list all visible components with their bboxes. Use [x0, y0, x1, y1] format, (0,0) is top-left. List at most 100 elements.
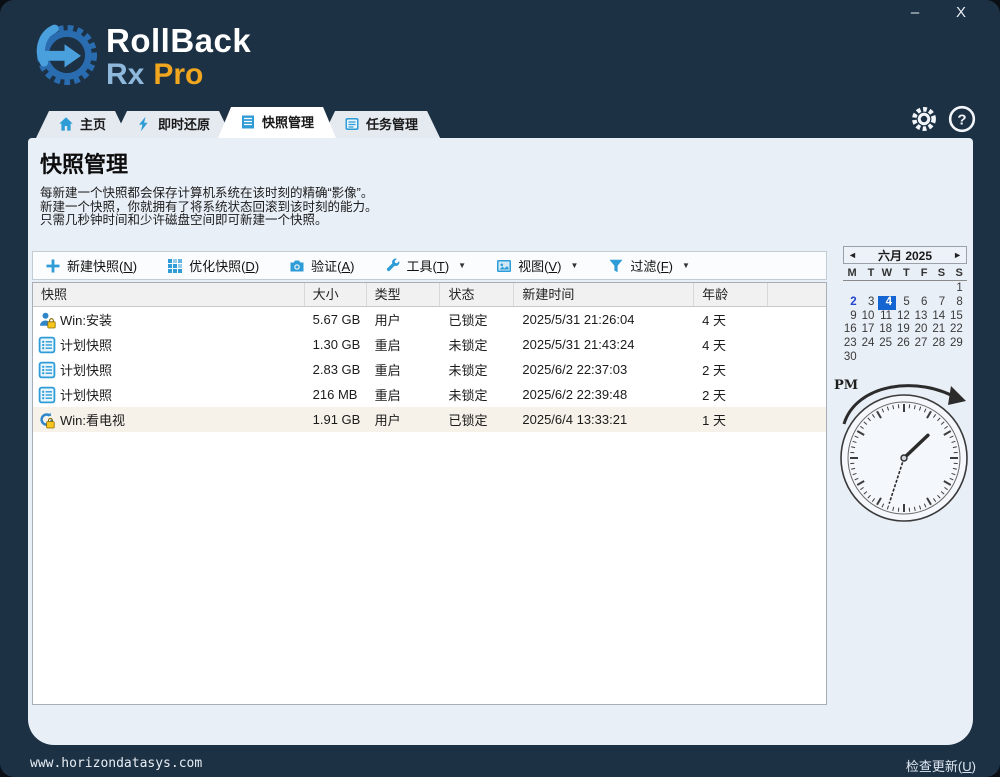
column-header-5[interactable]: 新建时间	[514, 283, 694, 306]
calendar-prev-button[interactable]: ◄	[848, 250, 857, 260]
created-cell: 2025/5/31 21:43:24	[514, 337, 694, 352]
chevron-down-icon: ▼	[458, 261, 466, 270]
calendar-day-20[interactable]: 20	[914, 323, 932, 337]
type-cell: 用户	[367, 410, 441, 429]
calendar-day-10[interactable]: 10	[861, 310, 879, 324]
calendar-day-2[interactable]: 2	[843, 296, 861, 310]
tab-snapshot-management-label: 快照管理	[262, 112, 314, 131]
column-header-2[interactable]: 大小	[305, 283, 367, 306]
website-link[interactable]: www.horizondatasys.com	[30, 756, 202, 771]
calendar-day-29[interactable]: 29	[949, 337, 967, 351]
calendar-day-3[interactable]: 3	[861, 296, 879, 310]
created-cell: 2025/5/31 21:26:04	[514, 312, 694, 327]
calendar-day-24[interactable]: 24	[861, 337, 879, 351]
calendar-day-8[interactable]: 8	[949, 296, 967, 310]
snapshot-name: 计划快照	[60, 385, 112, 404]
calendar-day-14[interactable]: 14	[931, 310, 949, 324]
status-cell: 已锁定	[440, 410, 514, 429]
type-cell: 用户	[367, 310, 441, 329]
calendar-header: ◄ 六月 2025 ►	[843, 246, 967, 264]
brand-text: RollBack RxPro	[106, 24, 251, 90]
calendar-day-4[interactable]: 4	[878, 296, 896, 310]
defrag-icon	[167, 258, 183, 274]
tab-home[interactable]: 主页	[36, 111, 128, 138]
weekday-header: M	[843, 267, 861, 279]
age-cell: 4 天	[694, 310, 768, 329]
column-header-7[interactable]	[768, 283, 826, 306]
table-row[interactable]: Win:安装5.67 GB用户已锁定2025/5/31 21:26:044 天	[33, 307, 826, 332]
table-row[interactable]: 计划快照2.83 GB重启未锁定2025/6/2 22:37:032 天	[33, 357, 826, 382]
column-header-3[interactable]: 类型	[367, 283, 441, 306]
calendar-day-18[interactable]: 18	[878, 323, 896, 337]
age-cell: 2 天	[694, 360, 768, 379]
gear-icon	[910, 105, 938, 133]
status-cell: 已锁定	[440, 310, 514, 329]
column-header-6[interactable]: 年龄	[694, 283, 768, 306]
description-line: 只需几秒钟时间和少许磁盘空间即可新建一个快照。	[40, 214, 378, 228]
help-button[interactable]: ?	[948, 105, 976, 133]
settings-button[interactable]	[910, 105, 938, 133]
calendar-day-21[interactable]: 21	[931, 323, 949, 337]
snapshot-list-icon	[240, 114, 256, 130]
table-row[interactable]: 计划快照1.30 GB重启未锁定2025/5/31 21:43:244 天	[33, 332, 826, 357]
calendar-day-13[interactable]: 13	[914, 310, 932, 324]
defrag-snapshot-button[interactable]: 优化快照(D)	[167, 256, 259, 275]
snapshot-name: Win:安装	[60, 310, 112, 329]
calendar-day-empty	[878, 282, 896, 296]
calendar-month-label: 六月 2025	[878, 247, 932, 264]
calendar-day-empty	[949, 351, 967, 365]
status-cell: 未锁定	[440, 335, 514, 354]
calendar-day-9[interactable]: 9	[843, 310, 861, 324]
verify-label: 验证(A)	[311, 256, 354, 275]
age-cell: 1 天	[694, 410, 768, 429]
calendar-day-19[interactable]: 19	[896, 323, 914, 337]
minimize-button[interactable]: –	[902, 2, 928, 24]
tools-menu-button[interactable]: 工具(T) ▼	[385, 256, 467, 275]
view-menu-button[interactable]: 视图(V) ▼	[496, 256, 578, 275]
calendar-day-28[interactable]: 28	[931, 337, 949, 351]
size-cell: 216 MB	[305, 387, 367, 402]
calendar-day-27[interactable]: 27	[914, 337, 932, 351]
calendar-day-1[interactable]: 1	[949, 282, 967, 296]
calendar-day-16[interactable]: 16	[843, 323, 861, 337]
check-updates-link[interactable]: 检查更新(U)	[906, 756, 976, 775]
tab-instant-restore[interactable]: 即时还原	[114, 111, 232, 138]
content-panel: 快照管理 每新建一个快照都会保存计算机系统在该时刻的精确“影像”。 新建一个快照…	[28, 138, 973, 745]
user-locked-snapshot-icon	[38, 311, 56, 329]
calendar-day-26[interactable]: 26	[896, 337, 914, 351]
calendar-day-6[interactable]: 6	[914, 296, 932, 310]
calendar-day-15[interactable]: 15	[949, 310, 967, 324]
table-row[interactable]: Win:看电视1.91 GB用户已锁定2025/6/4 13:33:211 天	[33, 407, 826, 432]
new-snapshot-button[interactable]: 新建快照(N)	[45, 256, 137, 275]
calendar-day-empty	[861, 351, 879, 365]
column-header-1[interactable]: 快照	[33, 283, 305, 306]
calendar-day-22[interactable]: 22	[949, 323, 967, 337]
weekday-header: T	[896, 267, 914, 279]
size-cell: 2.83 GB	[305, 362, 367, 377]
calendar-day-30[interactable]: 30	[843, 351, 861, 365]
calendar-grid: 1234567891011121314151617181920212223242…	[843, 282, 967, 365]
weekday-header: F	[914, 267, 932, 279]
tab-snapshot-management[interactable]: 快照管理	[218, 107, 336, 138]
weekday-header: W	[878, 267, 896, 279]
calendar-day-25[interactable]: 25	[878, 337, 896, 351]
table-row[interactable]: 计划快照216 MB重启未锁定2025/6/2 22:39:482 天	[33, 382, 826, 407]
calendar-day-7[interactable]: 7	[931, 296, 949, 310]
tab-task-management[interactable]: 任务管理	[322, 111, 440, 138]
calendar-day-17[interactable]: 17	[861, 323, 879, 337]
calendar-next-button[interactable]: ►	[953, 250, 962, 260]
filter-funnel-icon	[608, 258, 624, 274]
calendar-day-empty	[931, 351, 949, 365]
status-cell: 未锁定	[440, 360, 514, 379]
size-cell: 1.30 GB	[305, 337, 367, 352]
column-header-4[interactable]: 状态	[440, 283, 514, 306]
filter-menu-button[interactable]: 过滤(F) ▼	[608, 256, 690, 275]
calendar-day-5[interactable]: 5	[896, 296, 914, 310]
verify-button[interactable]: 验证(A)	[289, 256, 354, 275]
calendar-day-12[interactable]: 12	[896, 310, 914, 324]
description-line: 每新建一个快照都会保存计算机系统在该时刻的精确“影像”。	[40, 187, 378, 201]
calendar-day-23[interactable]: 23	[843, 337, 861, 351]
close-button[interactable]: X	[948, 2, 974, 24]
calendar-day-11[interactable]: 11	[878, 310, 896, 324]
wrench-icon	[385, 258, 401, 274]
